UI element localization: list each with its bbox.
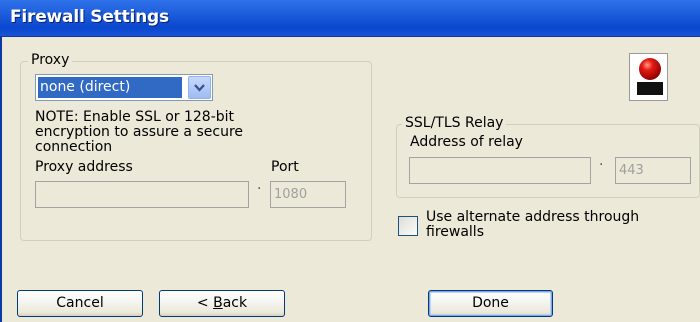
- back-button-arrow: <: [196, 295, 214, 311]
- back-button-label-rest: ack: [222, 295, 248, 311]
- proxy-type-select[interactable]: none (direct): [35, 74, 213, 101]
- proxy-note-line-1: NOTE: Enable SSL or 128-bit: [35, 109, 235, 125]
- relay-port-input[interactable]: 443: [615, 157, 691, 184]
- alternate-address-label-line-2[interactable]: firewalls: [426, 225, 484, 240]
- proxy-port-input[interactable]: 1080: [270, 181, 346, 208]
- back-button[interactable]: < Back: [159, 290, 285, 317]
- done-button[interactable]: Done: [428, 290, 553, 317]
- alternate-address-label-line-1[interactable]: Use alternate address through: [426, 210, 639, 225]
- proxy-address-input[interactable]: [35, 181, 249, 208]
- cancel-button[interactable]: Cancel: [17, 290, 143, 317]
- alternate-address-checkbox[interactable]: [398, 216, 418, 236]
- proxy-address-port-separator: ·: [257, 181, 262, 197]
- window-title: Firewall Settings: [10, 7, 169, 27]
- relay-address-label: Address of relay: [410, 134, 523, 150]
- title-bar: Firewall Settings: [0, 0, 700, 37]
- proxy-port-label: Port: [271, 159, 299, 175]
- relay-address-port-separator: ·: [599, 157, 604, 173]
- relay-group-label: SSL/TLS Relay: [402, 115, 507, 131]
- proxy-note-line-2: encryption to assure a secure: [35, 124, 244, 140]
- proxy-note-line-3: connection: [35, 139, 113, 155]
- chevron-down-icon[interactable]: [188, 76, 211, 99]
- proxy-type-selected-value: none (direct): [38, 77, 182, 98]
- back-button-mnemonic: B: [213, 295, 223, 311]
- red-ball-logo-icon: [629, 53, 668, 101]
- proxy-group-label: Proxy: [28, 52, 73, 68]
- proxy-address-label: Proxy address: [35, 159, 133, 175]
- relay-address-input[interactable]: [409, 157, 591, 184]
